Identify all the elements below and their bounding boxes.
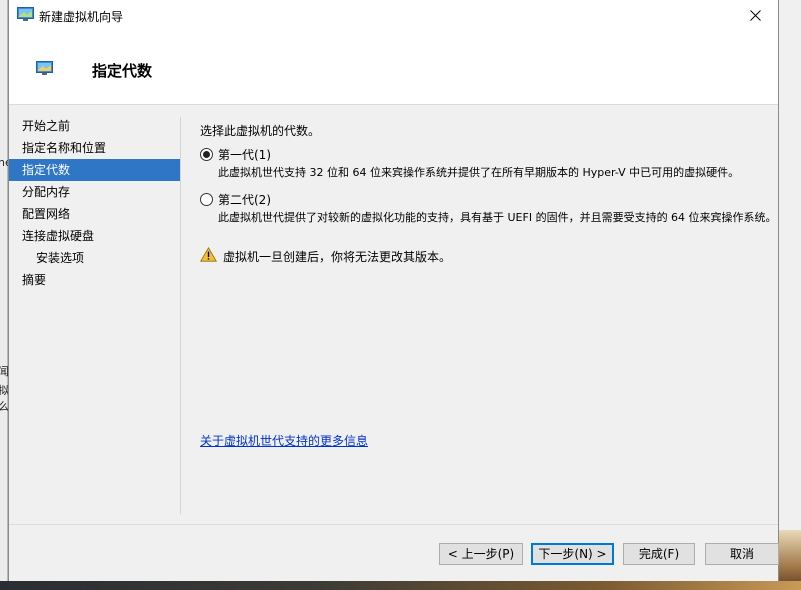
previous-button[interactable]: < 上一步(P) <box>439 543 523 565</box>
nav-item-name-location[interactable]: 指定名称和位置 <box>9 137 180 159</box>
finish-button[interactable]: 完成(F) <box>623 543 695 565</box>
generation-content: 选择此虚拟机的代数。 第一代(1) 此虚拟机世代支持 32 位和 64 位来宾操… <box>200 122 777 448</box>
close-icon <box>749 10 761 21</box>
hyperv-vm-icon <box>36 61 53 75</box>
generation-1-description: 此虚拟机世代支持 32 位和 64 位来宾操作系统并提供了在所有早期版本的 Hy… <box>218 166 740 179</box>
generation-1-label[interactable]: 第一代(1) <box>218 146 271 163</box>
generation-2-radio-row[interactable]: 第二代(2) <box>200 191 775 208</box>
generation-2-label[interactable]: 第二代(2) <box>218 191 271 208</box>
generation-warning: 虚拟机一旦创建后，你将无法更改其版本。 <box>200 247 451 265</box>
generation-1-radio[interactable] <box>200 148 213 161</box>
wizard-steps-nav: 开始之前 指定名称和位置 指定代数 分配内存 配置网络 连接虚拟硬盘 安装选项 … <box>9 115 180 291</box>
next-button[interactable]: 下一步(N) > <box>531 543 614 565</box>
option-generation-1: 第一代(1) 此虚拟机世代支持 32 位和 64 位来宾操作系统并提供了在所有早… <box>200 146 775 179</box>
hyperv-vm-icon <box>17 7 34 21</box>
nav-item-networking[interactable]: 配置网络 <box>9 203 180 225</box>
footer-divider <box>9 524 778 525</box>
wizard-header: 指定代数 <box>9 31 778 105</box>
title-bar[interactable]: 新建虚拟机向导 <box>9 0 778 31</box>
nav-item-install-options[interactable]: 安装选项 <box>9 247 180 269</box>
window-title: 新建虚拟机向导 <box>39 10 124 24</box>
more-info-link[interactable]: 关于虚拟机世代支持的更多信息 <box>200 432 368 449</box>
generation-2-radio[interactable] <box>200 193 213 206</box>
nav-divider <box>180 117 181 514</box>
close-button[interactable] <box>732 0 778 31</box>
cancel-button[interactable]: 取消 <box>705 543 779 565</box>
nav-item-generation[interactable]: 指定代数 <box>9 159 180 181</box>
background-desktop-strip <box>0 581 801 590</box>
new-vm-wizard-dialog: 新建虚拟机向导 指定代数 开始之前 指定名称和位置 指定代数 分配内存 配置网络… <box>8 0 779 581</box>
background-window-edge: ne 闻 拟么 <box>0 0 12 590</box>
generation-2-description: 此虚拟机世代提供了对较新的虚拟化功能的支持，具有基于 UEFI 的固件，并且需要… <box>218 211 777 224</box>
nav-item-before-you-begin[interactable]: 开始之前 <box>9 115 180 137</box>
warning-icon <box>200 247 217 265</box>
generation-1-radio-row[interactable]: 第一代(1) <box>200 146 775 163</box>
generation-prompt: 选择此虚拟机的代数。 <box>200 124 321 138</box>
nav-item-memory[interactable]: 分配内存 <box>9 181 180 203</box>
option-generation-2: 第二代(2) 此虚拟机世代提供了对较新的虚拟化功能的支持，具有基于 UEFI 的… <box>200 191 777 224</box>
nav-item-virtual-disk[interactable]: 连接虚拟硬盘 <box>9 225 180 247</box>
warning-text: 虚拟机一旦创建后，你将无法更改其版本。 <box>223 249 452 264</box>
nav-item-summary[interactable]: 摘要 <box>9 269 180 291</box>
background-desktop-edge <box>779 0 801 590</box>
page-title: 指定代数 <box>92 62 153 80</box>
